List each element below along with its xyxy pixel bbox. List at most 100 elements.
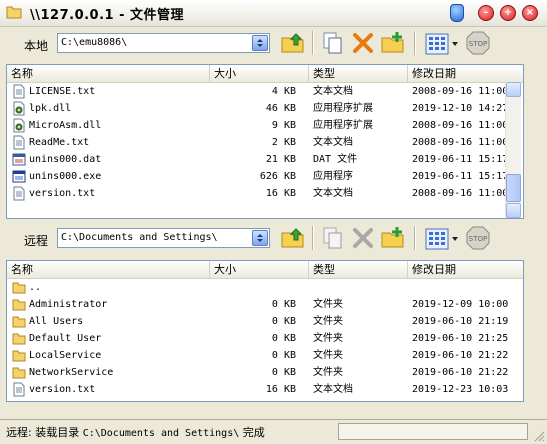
list-item[interactable]: All Users 0 KB 文件夹 2019-06-10 21:19 — [7, 313, 523, 330]
file-name: LICENSE.txt — [29, 86, 96, 97]
exe-file-icon — [12, 170, 26, 183]
list-item[interactable]: LICENSE.txt 4 KB 文本文档 2008-09-16 11:00 — [7, 83, 523, 100]
dll-file-icon — [13, 118, 25, 133]
copy-icon[interactable] — [320, 30, 346, 56]
remote-file-list[interactable]: 名称 大小 类型 修改日期 .. Administrator 0 KB 文件夹 2019… — [6, 260, 524, 402]
text-file-icon — [13, 135, 25, 150]
file-size: 2 KB — [271, 137, 296, 148]
delete-icon[interactable] — [350, 30, 376, 56]
list-item[interactable]: NetworkService 0 KB 文件夹 2019-06-10 21:22 — [7, 364, 523, 381]
updown-arrow-icon — [257, 39, 263, 47]
copy-icon[interactable] — [320, 225, 346, 251]
local-file-list[interactable]: 名称 大小 类型 修改日期 LICENSE.txt 4 KB 文本文档 2008-09… — [6, 64, 524, 219]
file-type: DAT 文件 — [313, 154, 358, 165]
delete-icon[interactable] — [350, 225, 376, 251]
file-type: 文本文档 — [313, 86, 353, 97]
file-modified: 2019-12-10 14:27 — [412, 103, 509, 114]
list-item[interactable]: lpk.dll 46 KB 应用程序扩展 2019-12-10 14:27 — [7, 100, 523, 117]
local-toolbar: 本地 C:\emu8086\ STOP — [0, 27, 547, 61]
local-label: 本地 — [24, 39, 49, 53]
status-path: C:\Documents and Settings\ — [82, 428, 240, 439]
column-header-modified[interactable]: 修改日期 — [408, 261, 523, 278]
local-path-value: C:\emu8086\ — [61, 37, 128, 48]
file-size: 21 KB — [265, 154, 296, 165]
list-item[interactable]: MicroAsm.dll 9 KB 应用程序扩展 2008-09-16 11:00 — [7, 117, 523, 134]
column-header-size[interactable]: 大小 — [210, 261, 309, 278]
file-name: ReadMe.txt — [29, 137, 90, 148]
file-size: 9 KB — [271, 120, 296, 131]
list-item[interactable]: LocalService 0 KB 文件夹 2019-06-10 21:22 — [7, 347, 523, 364]
file-modified: 2019-06-10 21:19 — [412, 316, 509, 327]
local-path-combo[interactable]: C:\emu8086\ — [57, 33, 270, 53]
file-name: LocalService — [29, 350, 102, 361]
toolbar-separator — [312, 226, 314, 250]
file-size: 626 KB — [259, 171, 296, 182]
file-size: 0 KB — [271, 333, 296, 344]
view-mode-icon[interactable] — [425, 33, 459, 55]
file-modified: 2008-09-16 11:00 — [412, 188, 509, 199]
column-header-name[interactable]: 名称 — [7, 65, 210, 82]
column-header-size[interactable]: 大小 — [210, 65, 309, 82]
column-header-modified[interactable]: 修改日期 — [408, 65, 523, 82]
list-item[interactable]: version.txt 16 KB 文本文档 2008-09-16 11:00 — [7, 185, 523, 202]
file-type: 文件夹 — [313, 316, 343, 327]
column-header-name[interactable]: 名称 — [7, 261, 210, 278]
folder-icon — [6, 6, 22, 19]
file-name: MicroAsm.dll — [29, 120, 102, 131]
folder-icon — [12, 333, 26, 345]
column-header-type[interactable]: 类型 — [309, 261, 408, 278]
file-name: lpk.dll — [29, 103, 72, 114]
file-modified: 2008-09-16 11:00 — [412, 86, 509, 97]
status-prefix: 远程: 装载目录 — [6, 426, 80, 439]
file-modified: 2019-06-10 21:25 — [412, 333, 509, 344]
file-modified: 2019-06-11 15:17 — [412, 171, 509, 182]
file-modified: 2019-06-11 15:17 — [412, 154, 509, 165]
remote-path-dropdown-button[interactable] — [252, 230, 268, 246]
list-item[interactable]: unins000.dat 21 KB DAT 文件 2019-06-11 15:17 — [7, 151, 523, 168]
list-item[interactable]: ReadMe.txt 2 KB 文本文档 2008-09-16 11:00 — [7, 134, 523, 151]
file-type: 文本文档 — [313, 188, 353, 199]
file-modified: 2019-12-09 10:00 — [412, 299, 509, 310]
stop-icon[interactable]: STOP — [466, 31, 490, 55]
status-progress-panel — [338, 423, 528, 440]
text-file-icon — [13, 186, 25, 201]
column-header-type[interactable]: 类型 — [309, 65, 408, 82]
new-folder-icon[interactable] — [380, 30, 406, 56]
resize-grip-icon[interactable] — [533, 430, 545, 442]
list-item[interactable]: .. — [7, 279, 523, 296]
minimize-button[interactable]: – — [478, 5, 494, 21]
remote-list-header: 名称 大小 类型 修改日期 — [7, 261, 523, 279]
remote-toolbar: 远程 C:\Documents and Settings\ STOP — [0, 222, 547, 256]
list-item[interactable]: unins000.exe 626 KB 应用程序 2019-06-11 15:17 — [7, 168, 523, 185]
pin-button[interactable] — [450, 4, 464, 22]
list-item[interactable]: Default User 0 KB 文件夹 2019-06-10 21:25 — [7, 330, 523, 347]
file-type: 文件夹 — [313, 299, 343, 310]
scroll-up-button[interactable] — [506, 82, 521, 97]
status-bar: 远程: 装载目录 C:\Documents and Settings\ 完成 — [0, 419, 547, 444]
window-title: \\127.0.0.1 - 文件管理 — [30, 8, 185, 23]
title-bar: \\127.0.0.1 - 文件管理 – + × — [0, 0, 547, 27]
toolbar-separator — [312, 31, 314, 55]
maximize-icon: + — [503, 7, 513, 18]
close-icon: × — [525, 7, 535, 18]
remote-label: 远程 — [24, 234, 49, 248]
up-folder-icon[interactable] — [280, 225, 306, 251]
new-folder-icon[interactable] — [380, 225, 406, 251]
local-path-dropdown-button[interactable] — [252, 35, 268, 51]
file-size: 16 KB — [265, 384, 296, 395]
up-folder-icon[interactable] — [280, 30, 306, 56]
file-modified: 2019-12-23 10:03 — [412, 384, 509, 395]
scroll-thumb[interactable] — [506, 174, 521, 202]
scroll-down-button[interactable] — [506, 203, 521, 218]
close-button[interactable]: × — [522, 5, 538, 21]
file-modified: 2019-06-10 21:22 — [412, 367, 509, 378]
list-item[interactable]: Administrator 0 KB 文件夹 2019-12-09 10:00 — [7, 296, 523, 313]
maximize-button[interactable]: + — [500, 5, 516, 21]
view-mode-icon[interactable] — [425, 228, 459, 250]
minimize-icon: – — [483, 7, 489, 18]
status-text: 远程: 装载目录 C:\Documents and Settings\ 完成 — [6, 424, 265, 440]
list-item[interactable]: version.txt 16 KB 文本文档 2019-12-23 10:03 — [7, 381, 523, 398]
remote-path-combo[interactable]: C:\Documents and Settings\ — [57, 228, 270, 248]
stop-icon[interactable]: STOP — [466, 226, 490, 250]
local-vertical-scrollbar[interactable] — [505, 82, 521, 218]
